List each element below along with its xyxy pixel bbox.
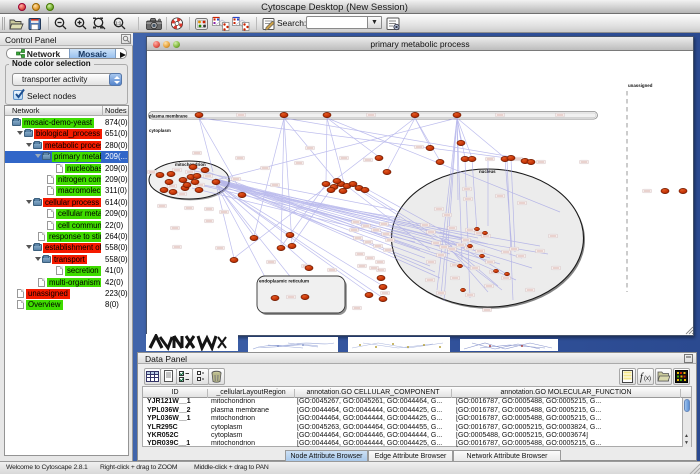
svg-text:cytoplasm: cytoplasm — [149, 128, 171, 133]
svg-text:(x): (x) — [644, 376, 651, 382]
svg-text:unassigned: unassigned — [628, 83, 653, 88]
svg-text:1:1: 1:1 — [115, 21, 122, 26]
svg-text:plasma membrane: plasma membrane — [149, 114, 188, 119]
svg-text:nucleus: nucleus — [479, 169, 496, 174]
svg-text:endoplasmic reticulum: endoplasmic reticulum — [259, 279, 309, 284]
